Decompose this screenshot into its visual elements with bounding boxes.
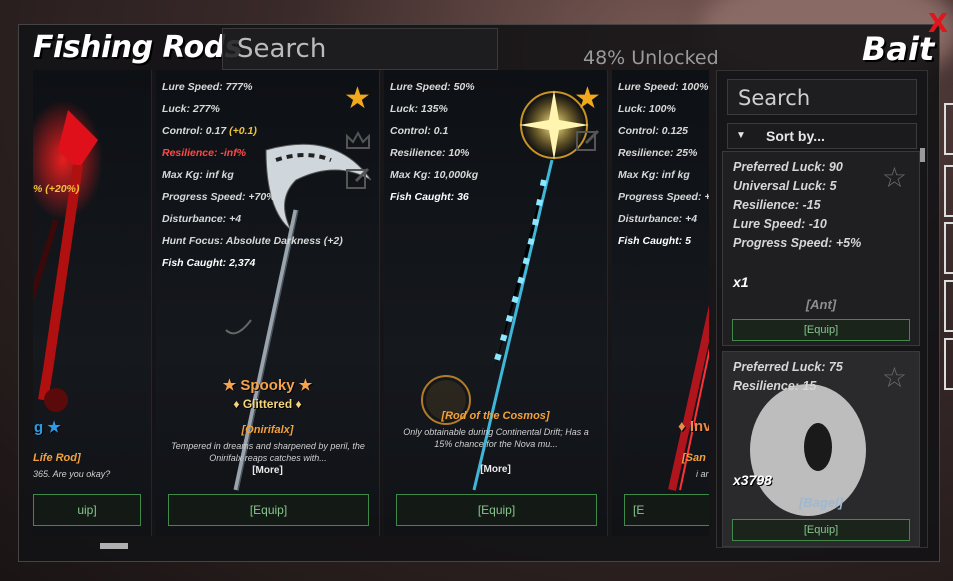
rod-name: [Rod of the Cosmos] [441,410,550,422]
unlocked-percentage: 48% Unlocked [583,47,719,69]
page-title: Fishing Rods [33,30,243,65]
side-panel-edge [944,222,953,274]
bait-stat: Preferred Luck: 75 [733,360,843,374]
bait-search-input[interactable]: Search [727,79,917,115]
rod-stat: Hunt Focus: Absolute Darkness (+2) [162,235,343,247]
rod-name: [San [682,452,706,464]
equip-button[interactable]: [Equip] [168,494,369,526]
favorite-star-icon[interactable]: ★ [344,84,371,114]
rod-stat: % (+20%) [33,183,80,195]
bait-name: [Ant] [805,297,837,312]
rod-stat: Lure Speed: 100% [618,81,709,93]
rod-stat: Resilience: -inf% [162,147,247,159]
rod-stat: Control: 0.1 [390,125,449,137]
rod-card: Lure Speed: 50% Luck: 135% Control: 0.1 … [384,70,608,536]
rod-stat: Fish Caught: 36 [390,191,469,203]
rod-stats: Lure Speed: 777% Luck: 277% Control: 0.1… [162,76,343,274]
rod-stat: Fish Caught: 5 [618,235,691,247]
side-panel-edge [944,165,953,217]
bait-card: Preferred Luck: 90 Universal Luck: 5 Res… [722,151,920,346]
sort-label: Sort by... [766,128,825,144]
side-panel-edge [944,280,953,332]
rod-stat: Progress Speed: +70% [162,191,276,203]
rod-stats: Lure Speed: 50% Luck: 135% Control: 0.1 … [390,76,478,208]
rod-stat: Max Kg: 10,000kg [390,169,479,181]
rod-stat: Progress Speed: + [618,191,709,203]
side-panel-edge [944,103,953,155]
crown-icon[interactable] [344,128,372,152]
sort-dropdown[interactable]: ▼ Sort by... [727,123,917,149]
bait-stats: Preferred Luck: 90 Universal Luck: 5 Res… [733,158,861,253]
equip-button[interactable]: uip] [33,494,141,526]
bait-stats: Preferred Luck: 75 Resilience: 15 [733,358,843,396]
rod-stat: Disturbance: +4 [162,213,242,225]
edit-icon[interactable] [344,166,372,190]
favorite-star-icon[interactable]: ☆ [882,364,907,392]
rod-stat: Max Kg: inf kg [618,169,690,181]
horizontal-scrollbar[interactable] [100,543,128,549]
rod-image [33,100,103,412]
rod-stat: Lure Speed: 777% [162,81,253,93]
bait-stat: Preferred Luck: 90 [733,160,843,174]
bait-stat: Resilience: 15 [733,379,817,393]
rod-subbadge: ♦ Glittered ♦ [233,397,302,411]
rod-card: % (+20%) ed Song ★ Life Rod] 365. Are yo… [33,70,152,536]
rod-stat: Max Kg: inf kg [162,169,234,181]
rod-stat: Fish Caught: 2,374 [162,257,256,269]
rod-description: Tempered in dreams and sharpened by peri… [171,441,365,463]
equip-button[interactable]: [Equip] [396,494,597,526]
rod-card: Lure Speed: 777% Luck: 277% Control: 0.1… [156,70,380,536]
rod-name: [Onirifalx] [241,424,294,436]
rod-badge: ♦ Inv [678,418,709,435]
rod-stat: Resilience: 10% [390,147,470,159]
bait-stat: Progress Speed: +5% [733,236,862,250]
equip-button[interactable]: [E [624,494,709,526]
chevron-down-icon: ▼ [736,130,746,141]
bait-quantity: x3798 [733,472,772,488]
edit-icon[interactable] [574,128,602,152]
bait-stat: Lure Speed: -10 [733,217,827,231]
bait-card: Preferred Luck: 75 Resilience: 15 ☆ x379… [722,351,920,547]
favorite-star-icon[interactable]: ★ [574,84,601,114]
rod-stats: Lure Speed: 100% Luck: 100% Control: 0.1… [618,76,709,252]
rod-stat: Control: 0.17 (+0.1) [162,125,257,137]
vertical-scrollbar[interactable] [920,148,925,162]
bait-equip-button[interactable]: [Equip] [732,319,910,341]
favorite-star-icon[interactable]: ☆ [882,164,907,192]
bait-panel: Search ▼ Sort by... Preferred Luck: 90 U… [716,70,928,548]
bait-stat: Resilience: -15 [733,198,821,212]
bait-quantity: x1 [733,274,749,290]
rod-description: Only obtainable during Continental Drift… [403,427,589,449]
rod-stat: Luck: 135% [390,103,448,115]
rod-search-input[interactable]: Search [222,28,498,70]
rod-card: Lure Speed: 100% Luck: 100% Control: 0.1… [612,70,709,536]
rod-stat: Lure Speed: 50% [390,81,475,93]
side-panel-edge [944,338,953,390]
rod-carousel[interactable]: % (+20%) ed Song ★ Life Rod] 365. Are yo… [33,70,709,548]
more-link[interactable]: [More] [384,464,607,475]
bait-title: Bait [862,30,935,68]
rod-stat: Luck: 100% [618,103,676,115]
rod-badge: ★ Spooky ★ [222,377,313,394]
bait-name: [Bagel] [798,495,844,510]
rod-stat: Luck: 277% [162,103,220,115]
rod-stat: Resilience: 25% [618,147,698,159]
bait-equip-button[interactable]: [Equip] [732,519,910,541]
more-link[interactable]: [More] [156,465,379,476]
rod-stat: Disturbance: +4 [618,213,698,225]
rod-stat: Control: 0.125 [618,125,689,137]
rod-description: i ar [696,469,709,479]
bait-stat: Universal Luck: 5 [733,179,837,193]
